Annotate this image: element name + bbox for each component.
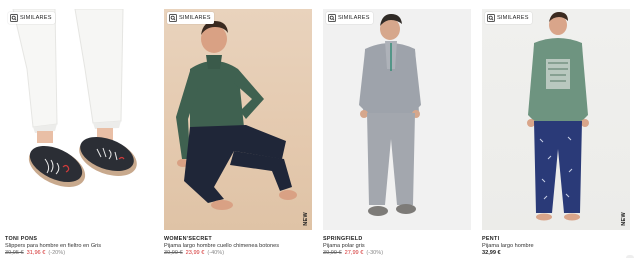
similar-icon bbox=[328, 14, 336, 22]
similares-button[interactable]: SIMILARES bbox=[485, 12, 532, 24]
product-brand: WOMEN'SECRET bbox=[164, 236, 213, 242]
product-prices: 39,99 € 27,99 € (-30%) bbox=[323, 250, 471, 257]
similar-icon bbox=[10, 14, 18, 22]
product-info: TONI PONS Slippers para hombre en fieltr… bbox=[5, 236, 153, 257]
product-image[interactable]: SIMILARES NEW bbox=[164, 9, 312, 230]
product-brand: TONI PONS bbox=[5, 236, 38, 242]
model-photo bbox=[176, 21, 297, 210]
similares-label: SIMILARES bbox=[497, 15, 529, 21]
product-brand: PENTI bbox=[482, 236, 500, 242]
product-title[interactable]: Pijama largo hombre cuello chimenea boto… bbox=[164, 243, 312, 250]
discount-percent: (-40%) bbox=[207, 249, 225, 256]
similares-button[interactable]: SIMILARES bbox=[326, 12, 373, 24]
sale-price: 23,99 € bbox=[185, 249, 205, 256]
similar-icon bbox=[487, 14, 495, 22]
product-image[interactable]: SIMILARES bbox=[5, 9, 153, 230]
product-prices: 39,95 € 31,96 € (-20%) bbox=[5, 250, 153, 257]
original-price: 39,99 € bbox=[323, 249, 342, 256]
similares-label: SIMILARES bbox=[338, 15, 370, 21]
product-card[interactable]: SIMILARES NEW bbox=[164, 9, 312, 257]
product-price: 32,99 € bbox=[482, 249, 501, 256]
similares-button[interactable]: SIMILARES bbox=[167, 12, 214, 24]
product-info: SPRINGFIELD Pijama polar gris 39,99 € 27… bbox=[323, 236, 471, 257]
original-price: 39,99 € bbox=[164, 249, 183, 256]
product-title[interactable]: Pijama largo hombre bbox=[482, 243, 630, 250]
product-prices: 32,99 € bbox=[482, 250, 630, 257]
product-card[interactable]: SIMILARES NEW bbox=[482, 9, 630, 257]
product-prices: 39,99 € 23,99 € (-40%) bbox=[164, 250, 312, 257]
new-label: NEW bbox=[621, 212, 627, 226]
similar-icon bbox=[169, 14, 177, 22]
sale-price: 27,99 € bbox=[344, 249, 364, 256]
product-image[interactable]: SIMILARES NEW bbox=[482, 9, 630, 230]
product-card[interactable]: SIMILARES TONI PONS Slippers para hombre… bbox=[5, 9, 153, 257]
similares-label: SIMILARES bbox=[20, 15, 52, 21]
new-label: NEW bbox=[303, 212, 309, 226]
product-title[interactable]: Slippers para hombre en fieltro en Gris bbox=[5, 243, 153, 250]
discount-percent: (-20%) bbox=[48, 249, 66, 256]
original-price: 39,95 € bbox=[5, 249, 24, 256]
product-info: PENTI Pijama largo hombre 32,99 € bbox=[482, 236, 630, 257]
discount-percent: (-30%) bbox=[366, 249, 384, 256]
sale-price: 31,96 € bbox=[26, 249, 46, 256]
product-brand: SPRINGFIELD bbox=[323, 236, 363, 242]
similares-button[interactable]: SIMILARES bbox=[8, 12, 55, 24]
product-info: WOMEN'SECRET Pijama largo hombre cuello … bbox=[164, 236, 312, 257]
product-image[interactable]: SIMILARES bbox=[323, 9, 471, 230]
slippers-photo bbox=[12, 9, 137, 187]
product-title[interactable]: Pijama polar gris bbox=[323, 243, 471, 250]
model-photo bbox=[359, 14, 421, 216]
product-card[interactable]: SIMILARES SPRINGFIELD Pijama polar gris … bbox=[323, 9, 471, 257]
product-grid: SIMILARES TONI PONS Slippers para hombre… bbox=[0, 0, 640, 258]
model-photo bbox=[527, 12, 589, 221]
similares-label: SIMILARES bbox=[179, 15, 211, 21]
